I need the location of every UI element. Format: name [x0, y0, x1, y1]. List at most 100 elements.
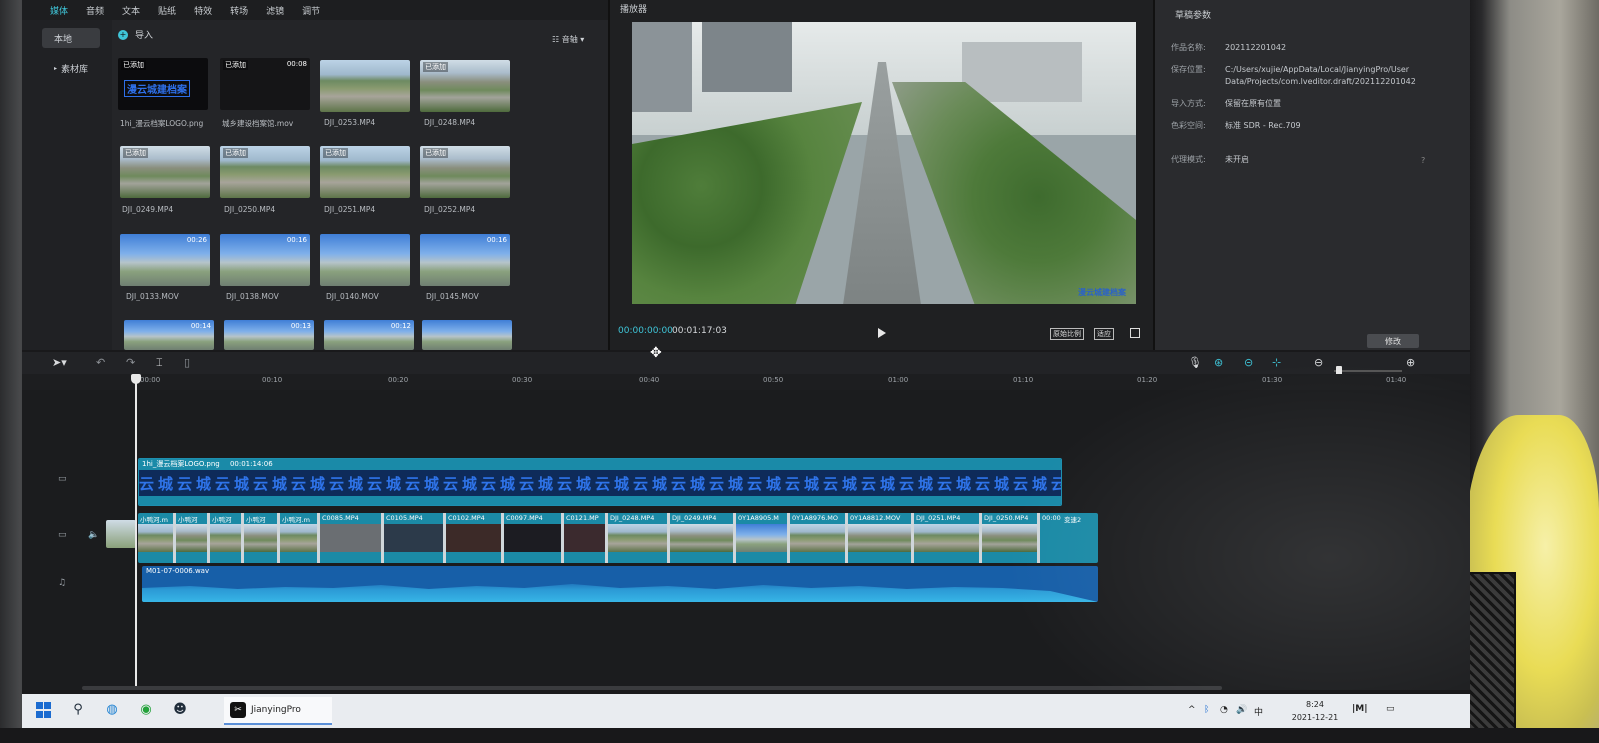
split-icon[interactable]: ⌶ — [156, 356, 163, 370]
wechat-icon[interactable]: ◉ — [138, 702, 154, 718]
volume-icon[interactable]: 🔊 — [1236, 705, 1247, 715]
taskbar-app-jianying[interactable]: ✂ JianyingPro — [224, 697, 332, 725]
video-clip[interactable]: DJI_0249.MP4 — [670, 513, 736, 563]
sort-dropdown[interactable]: ☷ 音轴 ▾ — [552, 34, 584, 45]
fullscreen-icon[interactable] — [1130, 328, 1140, 338]
media-thumb[interactable]: 00:13 — [224, 320, 314, 350]
tab-effects[interactable]: 特效 — [194, 4, 212, 17]
video-clip[interactable]: DJI_0248.MP4 — [608, 513, 670, 563]
clip-label: 小鸭河 — [246, 516, 266, 524]
clip-label: 0Y1A8812.MOV — [850, 514, 901, 522]
tab-adjust[interactable]: 调节 — [302, 4, 320, 17]
select-tool-icon[interactable]: ➤▾ — [52, 356, 67, 369]
audio-clip[interactable]: M01-07-0006.wav — [142, 566, 1098, 602]
media-thumb[interactable]: 00:26 — [120, 234, 210, 286]
media-name: DJI_0140.MOV — [326, 292, 379, 301]
tab-sticker[interactable]: 贴纸 — [158, 4, 176, 17]
duration-label: 00:14 — [190, 322, 211, 330]
preview-axis-icon[interactable]: ⊹ — [1272, 356, 1281, 369]
video-clip[interactable]: 小鸭河 — [210, 513, 244, 563]
video-clip[interactable]: C0102.MP4 — [446, 513, 504, 563]
media-thumb[interactable]: 00:16 — [420, 234, 510, 286]
cover-thumbnail[interactable] — [106, 520, 136, 548]
logo-clip[interactable]: 1hi_漫云档案LOGO.png 00:01:14:06 云城云城云城云城云城云… — [138, 458, 1062, 506]
media-thumb[interactable]: 已添加 — [320, 146, 410, 198]
tab-filter[interactable]: 滤镜 — [266, 4, 284, 17]
video-clip[interactable]: 0Y1A8812.MOV — [848, 513, 914, 563]
fit-button[interactable]: 适应 — [1094, 328, 1114, 340]
timeline-scrollbar[interactable] — [82, 686, 1222, 690]
video-clip[interactable]: DJI_0251.MP4 — [914, 513, 982, 563]
video-clip[interactable]: 小鸭河.m — [280, 513, 320, 563]
plus-icon: + — [118, 29, 128, 40]
qq-icon[interactable]: ☻ — [172, 702, 188, 718]
bluetooth-icon[interactable]: ᛒ — [1204, 705, 1209, 715]
sidebar-item-library[interactable]: ▸ 素材库 — [42, 58, 100, 78]
video-clip[interactable]: C0105.MP4 — [384, 513, 446, 563]
import-button[interactable]: + 导入 — [118, 28, 153, 41]
edge-browser-icon[interactable]: ◍ — [104, 702, 120, 718]
media-thumb[interactable]: 00:12 — [324, 320, 414, 350]
clip-thumbnail — [244, 524, 277, 552]
video-clip[interactable]: 小鸭河 — [176, 513, 210, 563]
tab-media[interactable]: 媒体 — [50, 4, 68, 17]
video-clip[interactable]: 0Y1A8905.M — [736, 513, 790, 563]
media-thumb[interactable]: 已添加 00:08 — [220, 58, 310, 110]
tab-text[interactable]: 文本 — [122, 4, 140, 17]
notification-icon[interactable]: ▭ — [1386, 704, 1395, 714]
microphone-icon[interactable]: 🎙 — [1188, 356, 1202, 369]
video-clip[interactable]: DJI_0250.MP4 — [982, 513, 1040, 563]
video-clip[interactable]: C0085.MP4 — [320, 513, 384, 563]
media-thumb[interactable]: 已添加 — [420, 146, 510, 198]
sidebar-item-local[interactable]: 本地 — [42, 28, 100, 48]
speed-clip[interactable]: 变速2 — [1062, 513, 1098, 563]
input-method-icon[interactable]: 中 — [1254, 705, 1263, 718]
media-thumb[interactable] — [320, 234, 410, 286]
link-icon[interactable]: ⊝ — [1244, 356, 1253, 369]
video-clip[interactable]: C0121.MP — [564, 513, 608, 563]
media-thumb[interactable]: 已添加 — [420, 60, 510, 112]
mute-icon[interactable]: 🔈 — [88, 530, 99, 540]
timeline-ruler[interactable]: 00:00 00:10 00:20 00:30 00:40 00:50 01:0… — [22, 374, 1470, 390]
param-value: C:/Users/xujie/AppData/Local/JianyingPro… — [1225, 65, 1416, 86]
media-thumb[interactable]: 00:16 — [220, 234, 310, 286]
ratio-button[interactable]: 原始比例 — [1050, 328, 1084, 340]
playhead-handle[interactable] — [131, 374, 141, 384]
logo-clip-footer — [139, 496, 1061, 505]
tab-transition[interactable]: 转场 — [230, 4, 248, 17]
tray-expand-icon[interactable]: ^ — [1188, 705, 1196, 715]
undo-icon[interactable]: ↶ — [96, 356, 105, 369]
media-thumb[interactable]: 已添加 漫云城建档案 — [118, 58, 208, 110]
playhead-line[interactable] — [135, 376, 137, 686]
panel-resize-handle[interactable]: ✥ — [650, 345, 662, 361]
media-thumb[interactable] — [422, 320, 512, 350]
video-clip[interactable]: 小鸭河 — [244, 513, 280, 563]
search-icon[interactable]: ⚲ — [70, 702, 86, 718]
tab-audio[interactable]: 音频 — [86, 4, 104, 17]
network-icon[interactable]: ◔ — [1220, 705, 1228, 715]
video-clip[interactable]: C0097.MP4 — [504, 513, 564, 563]
media-thumb[interactable]: 已添加 — [120, 146, 210, 198]
media-name: 1hi_漫云档案LOGO.png — [120, 119, 204, 128]
windows-start-icon[interactable] — [36, 702, 52, 718]
delete-icon[interactable]: ▯ — [184, 356, 190, 369]
zoom-slider-track[interactable] — [1334, 370, 1402, 372]
media-thumb[interactable]: 已添加 — [220, 146, 310, 198]
taskbar-clock[interactable]: 8:24 2021-12-21 — [1285, 698, 1345, 724]
clip-thumbnail — [210, 524, 241, 552]
play-icon[interactable] — [878, 328, 886, 338]
video-clip[interactable]: 0Y1A8976.MO — [790, 513, 848, 563]
media-thumb[interactable]: 00:14 — [124, 320, 214, 350]
zoom-out-icon[interactable]: ⊖ — [1314, 356, 1323, 369]
audio-waveform — [142, 584, 1098, 602]
edit-button[interactable]: 修改 — [1367, 334, 1419, 348]
redo-icon[interactable]: ↷ — [126, 356, 135, 369]
help-icon[interactable]: ? — [1421, 156, 1425, 165]
video-clip[interactable]: 小鸭河.m — [138, 513, 176, 563]
video-preview[interactable]: 漫云城建档案 — [632, 22, 1136, 304]
zoom-in-icon[interactable]: ⊕ — [1406, 356, 1415, 369]
magnet-icon[interactable]: ⊛ — [1214, 356, 1223, 369]
media-thumb[interactable] — [320, 60, 410, 112]
video-clip[interactable]: 00:00 — [1040, 513, 1062, 563]
tray-app-icon[interactable]: |M| — [1352, 704, 1368, 714]
